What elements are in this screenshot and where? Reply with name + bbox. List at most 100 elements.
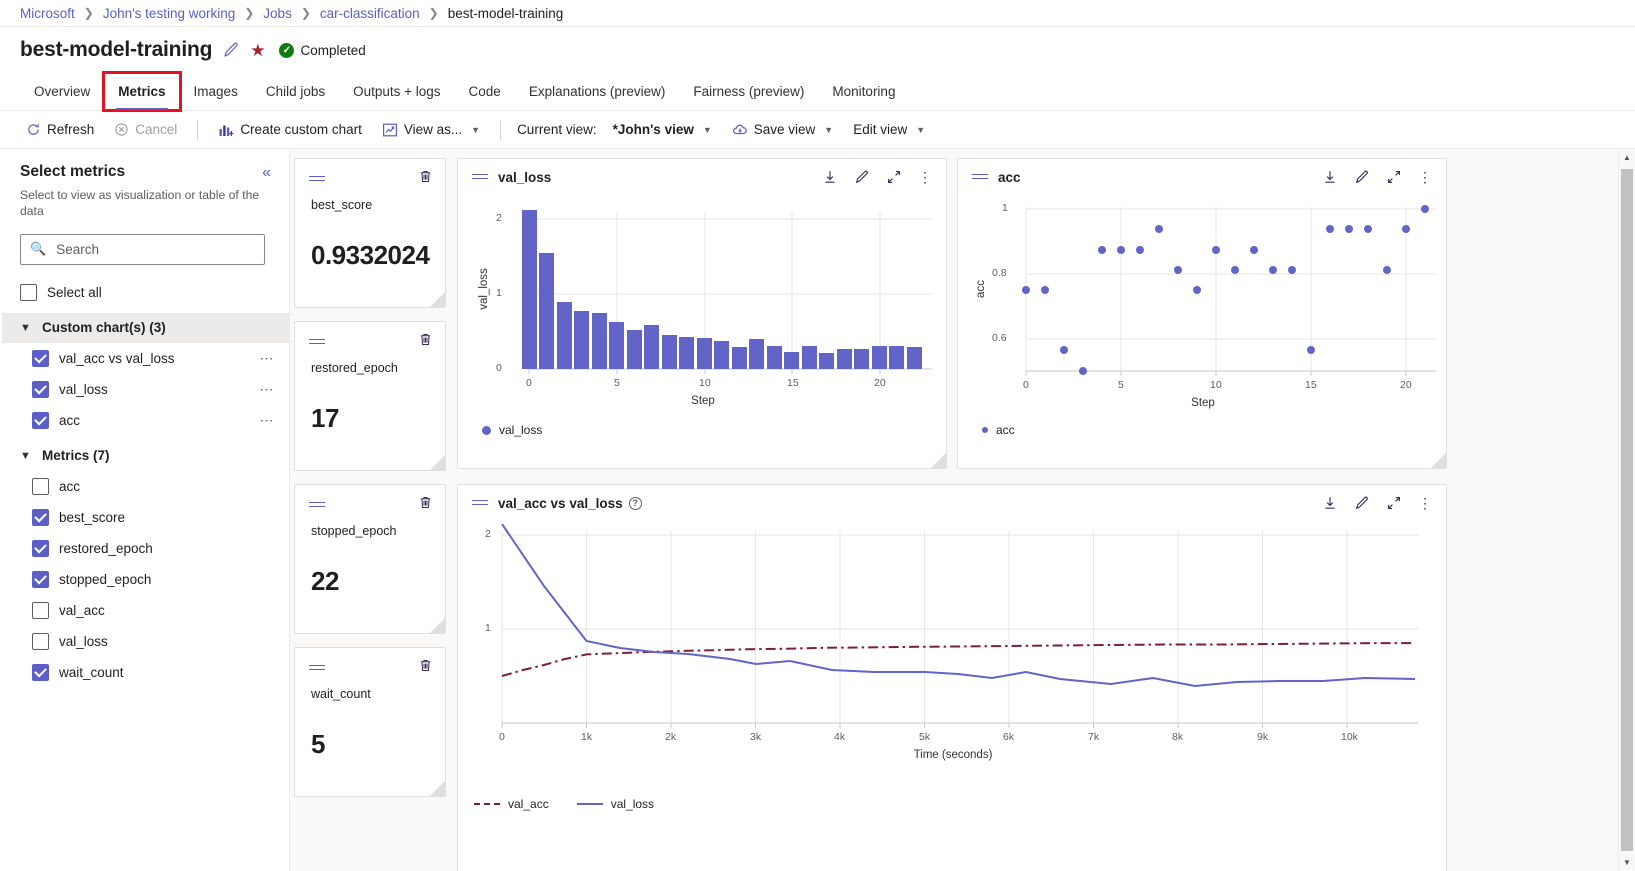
scalar-card-best-score[interactable]: best_score 0.9332024 xyxy=(294,158,446,308)
select-all-checkbox[interactable] xyxy=(20,284,37,301)
select-all-row[interactable]: Select all xyxy=(20,277,271,308)
metric-item-stopped-epoch[interactable]: stopped_epoch xyxy=(2,564,289,595)
scroll-up-arrow[interactable]: ▲ xyxy=(1619,149,1635,166)
breadcrumb-item-jobs[interactable]: Jobs xyxy=(263,6,292,21)
double-chevron-left-icon[interactable]: « xyxy=(262,163,271,181)
status-badge: ✓ Completed xyxy=(279,43,365,58)
chart-actions: ⋮ xyxy=(822,169,934,185)
legend-item-val-loss[interactable]: val_loss xyxy=(577,797,654,811)
chart-card-val-loss[interactable]: val_loss xyxy=(457,158,947,469)
scalar-card-stopped-epoch[interactable]: stopped_epoch 22 xyxy=(294,484,446,634)
more-options-icon[interactable]: ⋮ xyxy=(918,170,932,184)
download-icon[interactable] xyxy=(1322,169,1338,185)
breadcrumb-item-experiment[interactable]: car-classification xyxy=(320,6,420,21)
metric-checkbox[interactable] xyxy=(32,350,49,367)
save-view-button[interactable]: Save view ▼ xyxy=(722,118,843,142)
edit-view-button[interactable]: Edit view ▼ xyxy=(843,118,935,141)
drag-handle[interactable] xyxy=(972,173,988,182)
scalar-card-restored-epoch[interactable]: restored_epoch 17 xyxy=(294,321,446,471)
scrollbar-thumb[interactable] xyxy=(1621,169,1633,851)
drag-handle[interactable] xyxy=(309,175,325,184)
x-tick: 10 xyxy=(1210,379,1222,391)
trash-icon[interactable] xyxy=(418,658,433,678)
trash-icon[interactable] xyxy=(418,169,433,189)
scroll-down-arrow[interactable]: ▼ xyxy=(1619,854,1635,871)
tab-images[interactable]: Images xyxy=(180,73,252,110)
charts-canvas: best_score 0.9332024 restor xyxy=(290,149,1635,871)
edit-icon[interactable] xyxy=(854,169,870,185)
metric-checkbox[interactable] xyxy=(32,412,49,429)
metric-checkbox[interactable] xyxy=(32,664,49,681)
metric-item-val-acc[interactable]: val_acc xyxy=(2,595,289,626)
group-header-metrics[interactable]: ▼ Metrics (7) xyxy=(2,441,289,471)
more-options-icon[interactable]: ⋮ xyxy=(1418,496,1432,510)
metric-checkbox[interactable] xyxy=(32,633,49,650)
metric-checkbox[interactable] xyxy=(32,478,49,495)
metric-item-val-loss[interactable]: val_loss xyxy=(2,626,289,657)
help-icon[interactable]: ? xyxy=(629,497,642,510)
legend-item-val-acc[interactable]: val_acc xyxy=(474,797,549,811)
metric-item-best-score[interactable]: best_score xyxy=(2,502,289,533)
drag-handle[interactable] xyxy=(309,501,325,510)
tab-overview[interactable]: Overview xyxy=(20,73,104,110)
create-custom-chart-button[interactable]: Create custom chart xyxy=(208,118,372,142)
legend-item-val-loss[interactable]: val_loss xyxy=(482,423,542,437)
legend-item-acc[interactable]: acc xyxy=(982,423,1015,437)
drag-handle[interactable] xyxy=(309,664,325,673)
card-header xyxy=(295,159,445,189)
metric-item-wait-count[interactable]: wait_count xyxy=(2,657,289,688)
tab-monitoring[interactable]: Monitoring xyxy=(818,73,909,110)
refresh-button[interactable]: Refresh xyxy=(16,118,104,141)
view-as-button[interactable]: View as... ▼ xyxy=(372,118,490,142)
vertical-scrollbar[interactable]: ▲ ▼ xyxy=(1618,149,1635,871)
more-options-icon[interactable]: ⋮ xyxy=(1418,170,1432,184)
group-header-custom-charts[interactable]: ▼ Custom chart(s) (3) xyxy=(2,313,289,343)
download-icon[interactable] xyxy=(1322,495,1338,511)
expand-icon[interactable] xyxy=(1386,495,1402,511)
breadcrumb-item-microsoft[interactable]: Microsoft xyxy=(20,6,75,21)
metric-checkbox[interactable] xyxy=(32,509,49,526)
legend-marker xyxy=(577,803,603,805)
metric-item-val-acc-vs-val-loss[interactable]: val_acc vs val_loss ⋯ xyxy=(2,343,289,374)
metric-checkbox[interactable] xyxy=(32,540,49,557)
drag-handle[interactable] xyxy=(309,338,325,347)
cancel-button[interactable]: Cancel xyxy=(104,118,187,141)
expand-icon[interactable] xyxy=(886,169,902,185)
tab-outputs-logs[interactable]: Outputs + logs xyxy=(339,73,454,110)
trash-icon[interactable] xyxy=(418,332,433,352)
chart-card-acc[interactable]: acc xyxy=(957,158,1447,469)
tab-code[interactable]: Code xyxy=(455,73,515,110)
expand-icon[interactable] xyxy=(1386,169,1402,185)
tab-metrics[interactable]: Metrics xyxy=(104,73,179,110)
search-box[interactable]: 🔍 xyxy=(20,234,265,265)
edit-icon[interactable] xyxy=(1354,495,1370,511)
chart-card-val-acc-vs-val-loss[interactable]: val_acc vs val_loss ? xyxy=(457,484,1447,871)
metric-checkbox[interactable] xyxy=(32,602,49,619)
x-axis-title: Time (seconds) xyxy=(458,749,1447,761)
metric-item-acc-custom[interactable]: acc ⋯ xyxy=(2,405,289,436)
breadcrumb-item-workspace[interactable]: John's testing working xyxy=(103,6,235,21)
metric-item-val-loss-custom[interactable]: val_loss ⋯ xyxy=(2,374,289,405)
scalar-card-wait-count[interactable]: wait_count 5 xyxy=(294,647,446,797)
metric-checkbox[interactable] xyxy=(32,571,49,588)
metric-item-acc[interactable]: acc xyxy=(2,471,289,502)
more-options-icon[interactable]: ⋯ xyxy=(260,350,276,367)
x-tick: 10 xyxy=(699,377,711,389)
pencil-icon[interactable] xyxy=(222,41,240,59)
download-icon[interactable] xyxy=(822,169,838,185)
tab-explanations[interactable]: Explanations (preview) xyxy=(515,73,680,110)
metric-item-restored-epoch[interactable]: restored_epoch xyxy=(2,533,289,564)
edit-icon[interactable] xyxy=(1354,169,1370,185)
star-icon[interactable]: ★ xyxy=(250,42,265,59)
drag-handle[interactable] xyxy=(472,499,488,508)
tab-child-jobs[interactable]: Child jobs xyxy=(252,73,339,110)
drag-handle[interactable] xyxy=(472,173,488,182)
search-input[interactable] xyxy=(54,241,255,258)
more-options-icon[interactable]: ⋯ xyxy=(260,381,276,398)
more-options-icon[interactable]: ⋯ xyxy=(260,412,276,429)
metric-checkbox[interactable] xyxy=(32,381,49,398)
current-view-dropdown[interactable]: *John's view ▼ xyxy=(603,118,722,141)
trash-icon[interactable] xyxy=(418,495,433,515)
x-tick: 0 xyxy=(1023,379,1029,391)
tab-fairness[interactable]: Fairness (preview) xyxy=(679,73,818,110)
